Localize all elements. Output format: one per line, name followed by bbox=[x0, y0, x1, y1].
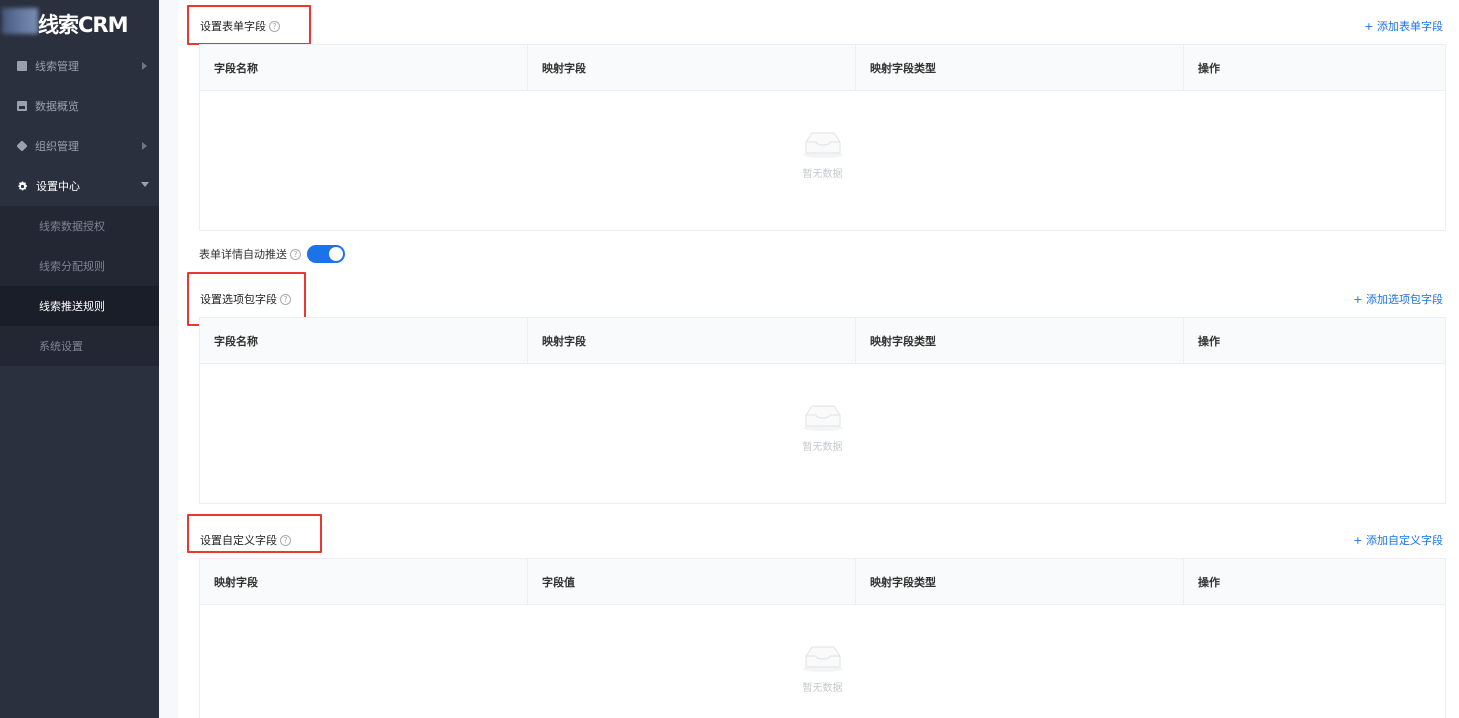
table-header: 字段名称 映射字段 映射字段类型 操作 bbox=[200, 45, 1445, 91]
sidebar-item-leads[interactable]: 线索管理 bbox=[0, 46, 159, 86]
submenu-item-data-auth[interactable]: 线索数据授权 bbox=[0, 206, 159, 246]
highlight-box bbox=[187, 514, 322, 553]
column-header: 映射字段类型 bbox=[856, 45, 1184, 90]
table-header: 字段名称 映射字段 映射字段类型 操作 bbox=[200, 318, 1445, 364]
sidebar-item-label: 设置中心 bbox=[36, 180, 80, 193]
submenu-item-push-rules[interactable]: 线索推送规则 bbox=[0, 286, 159, 326]
logo-mark bbox=[2, 8, 38, 34]
table-header: 映射字段 字段值 映射字段类型 操作 bbox=[200, 559, 1445, 605]
sidebar: 线索CRM 线索管理 数据概览 组织管理 设置中心 线索数据授权 线索分配规则 … bbox=[0, 0, 159, 718]
empty-inbox-icon bbox=[802, 132, 843, 158]
sidebar-item-label: 组织管理 bbox=[35, 140, 79, 153]
table-body: 暂无数据 bbox=[200, 364, 1445, 503]
app-logo[interactable]: 线索CRM bbox=[0, 0, 159, 44]
sidebar-item-overview[interactable]: 数据概览 bbox=[0, 86, 159, 126]
help-icon[interactable]: ? bbox=[290, 248, 301, 260]
empty-state: 暂无数据 bbox=[200, 402, 1445, 453]
auto-push-toggle[interactable] bbox=[307, 245, 345, 263]
sidebar-item-settings[interactable]: 设置中心 bbox=[0, 166, 159, 206]
auto-push-label: 表单详情自动推送 bbox=[199, 248, 287, 261]
empty-inbox-icon bbox=[802, 646, 843, 672]
empty-state: 暂无数据 bbox=[200, 129, 1445, 180]
chevron-right-icon bbox=[142, 142, 147, 150]
column-header: 字段值 bbox=[528, 559, 856, 604]
logo-text: 线索CRM bbox=[38, 13, 128, 37]
form-fields-table: 字段名称 映射字段 映射字段类型 操作 暂无数据 bbox=[199, 44, 1446, 231]
add-option-field-button[interactable]: + 添加选项包字段 bbox=[1353, 291, 1443, 307]
column-header: 操作 bbox=[1198, 575, 1220, 589]
option-fields-table: 字段名称 映射字段 映射字段类型 操作 暂无数据 bbox=[199, 317, 1446, 504]
chart-icon bbox=[17, 101, 27, 111]
highlight-box bbox=[187, 5, 311, 45]
cube-icon bbox=[16, 140, 28, 152]
table-body: 暂无数据 bbox=[200, 91, 1445, 230]
sidebar-item-organization[interactable]: 组织管理 bbox=[0, 126, 159, 166]
column-header: 映射字段类型 bbox=[856, 318, 1184, 363]
sidebar-item-label: 线索管理 bbox=[35, 60, 79, 73]
submenu-item-label: 线索分配规则 bbox=[39, 260, 105, 273]
add-form-field-button[interactable]: + 添加表单字段 bbox=[1364, 18, 1443, 34]
column-header: 映射字段 bbox=[528, 45, 856, 90]
submenu-item-label: 系统设置 bbox=[39, 340, 83, 353]
column-header: 映射字段 bbox=[200, 559, 528, 604]
empty-text: 暂无数据 bbox=[802, 442, 843, 453]
column-header: 字段名称 bbox=[200, 318, 528, 363]
add-custom-field-button[interactable]: + 添加自定义字段 bbox=[1353, 532, 1443, 548]
toggle-knob bbox=[329, 247, 343, 261]
empty-inbox-icon bbox=[802, 405, 843, 431]
sidebar-item-label: 数据概览 bbox=[35, 100, 79, 113]
column-header: 映射字段 bbox=[528, 318, 856, 363]
submenu-item-label: 线索推送规则 bbox=[39, 300, 105, 313]
auto-push-row: 表单详情自动推送 ? bbox=[199, 245, 345, 263]
main-content: 设置表单字段 ? + 添加表单字段 字段名称 映射字段 映射字段类型 操作 暂无… bbox=[159, 0, 1459, 718]
submenu-item-assign-rules[interactable]: 线索分配规则 bbox=[0, 246, 159, 286]
column-header: 操作 bbox=[1198, 334, 1220, 348]
submenu-item-system-settings[interactable]: 系统设置 bbox=[0, 326, 159, 366]
gear-icon bbox=[17, 181, 28, 192]
empty-text: 暂无数据 bbox=[802, 683, 843, 694]
chevron-right-icon bbox=[142, 62, 147, 70]
custom-fields-table: 映射字段 字段值 映射字段类型 操作 暂无数据 bbox=[199, 558, 1446, 718]
content-gutter bbox=[159, 0, 178, 718]
column-header: 操作 bbox=[1198, 61, 1220, 75]
column-header: 映射字段类型 bbox=[856, 559, 1184, 604]
column-header: 字段名称 bbox=[200, 45, 528, 90]
book-icon bbox=[17, 61, 27, 71]
chevron-down-icon bbox=[141, 182, 149, 187]
empty-state: 暂无数据 bbox=[200, 643, 1445, 694]
empty-text: 暂无数据 bbox=[802, 169, 843, 180]
submenu-item-label: 线索数据授权 bbox=[39, 220, 105, 233]
table-body: 暂无数据 bbox=[200, 605, 1445, 718]
